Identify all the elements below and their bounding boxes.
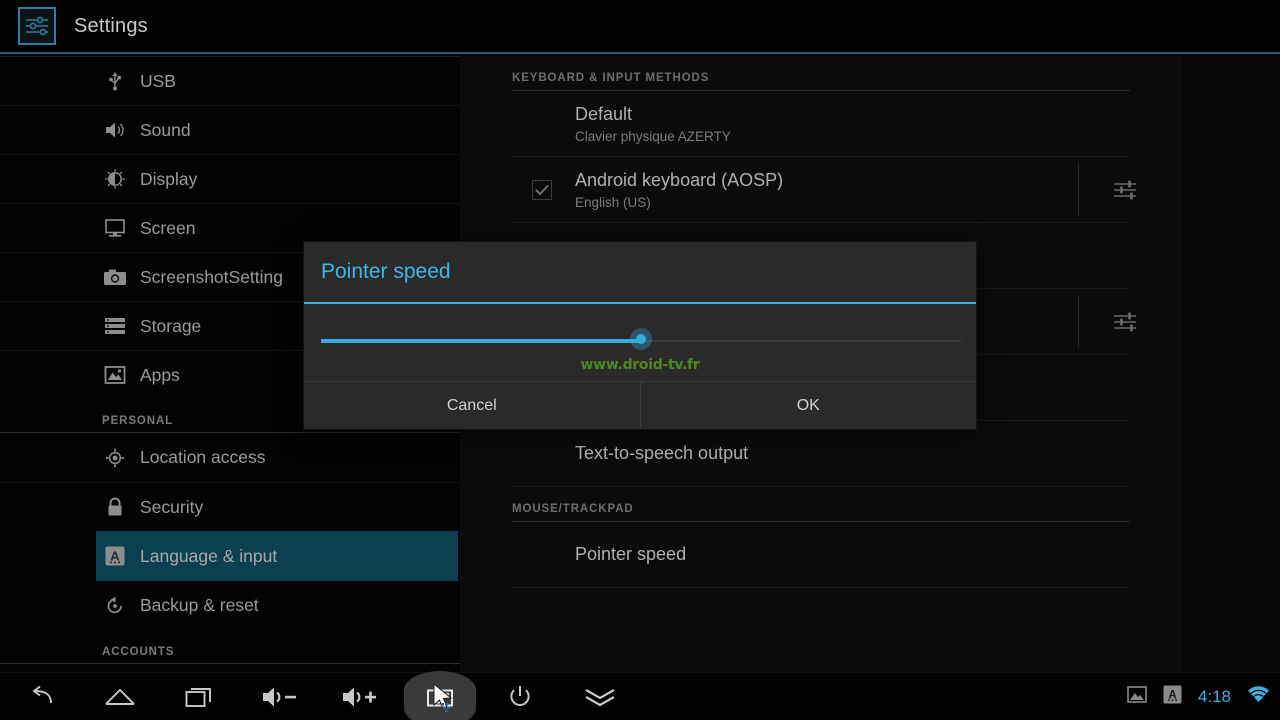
nav-buttons: [0, 671, 640, 720]
back-icon[interactable]: [0, 673, 80, 720]
pointer-speed-slider[interactable]: [321, 328, 961, 350]
watermark-text: www.droid-tv.fr: [580, 357, 700, 373]
recents-icon[interactable]: [160, 673, 240, 720]
slider-fill: [321, 339, 641, 343]
wifi-icon[interactable]: [1247, 685, 1270, 709]
mouse-cursor: [432, 682, 456, 718]
volume-down-icon[interactable]: [240, 673, 320, 720]
slider-thumb[interactable]: [630, 328, 652, 350]
dialog-button-bar: Cancel OK: [304, 381, 976, 429]
hide-chevron-icon[interactable]: [560, 673, 640, 720]
dialog-scrim: Pointer speed www.droid-tv.fr Cancel OK: [0, 0, 1280, 720]
ok-button[interactable]: OK: [639, 382, 977, 429]
android-settings-screen: Settings USB Sound Display Screen Screen…: [0, 0, 1280, 720]
home-icon[interactable]: [80, 673, 160, 720]
cancel-button[interactable]: Cancel: [304, 382, 640, 429]
power-icon[interactable]: [480, 673, 560, 720]
status-clock: 4:18: [1197, 687, 1231, 706]
keyboard-language-icon[interactable]: A: [1163, 685, 1182, 709]
volume-up-icon[interactable]: [320, 673, 400, 720]
image-icon[interactable]: [1127, 686, 1147, 708]
dialog-title: Pointer speed: [321, 260, 451, 283]
status-icons: A 4:18: [1127, 673, 1270, 720]
dialog-body: www.droid-tv.fr: [304, 304, 976, 381]
navigation-bar: A 4:18: [0, 671, 1280, 720]
pointer-speed-dialog: Pointer speed www.droid-tv.fr Cancel OK: [304, 242, 976, 429]
